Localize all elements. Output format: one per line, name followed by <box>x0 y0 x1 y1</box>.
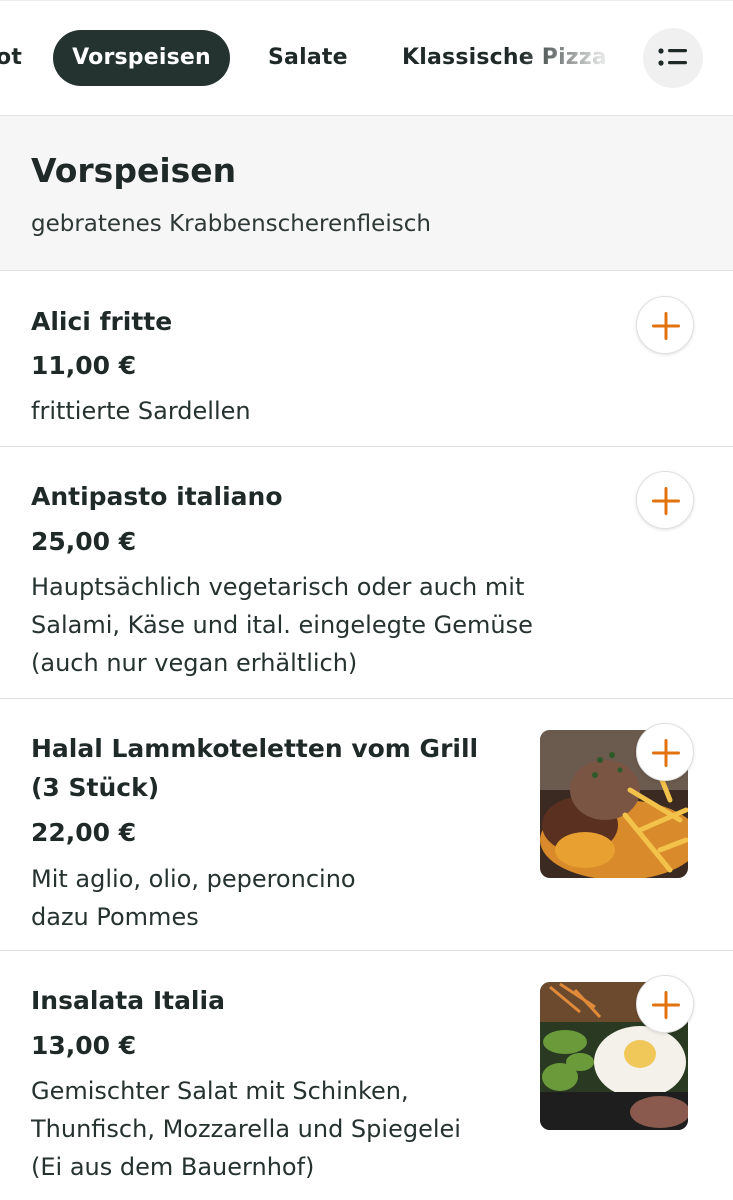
menu-item[interactable]: Halal Lammkoteletten vom Grill (3 Stück)… <box>0 699 733 951</box>
item-description-line: Thunfisch, Mozzarella und Spiegelei <box>31 1115 461 1143</box>
item-description-line: (auch nur vegan erhältlich) <box>31 649 358 677</box>
item-name-line: Halal Lammkoteletten vom Grill <box>31 734 479 763</box>
item-name: Insalata Italia <box>31 986 225 1015</box>
add-item-button[interactable] <box>636 296 694 354</box>
tab-vorspeisen[interactable]: Vorspeisen <box>53 30 230 86</box>
item-description-line: Mit aglio, olio, peperoncino <box>31 865 356 893</box>
plus-icon <box>652 739 680 767</box>
tab-salate[interactable]: Salate <box>268 30 348 86</box>
category-header: Vorspeisen gebratenes Krabbenscherenflei… <box>0 116 733 271</box>
item-name-line: (3 Stück) <box>31 773 160 802</box>
menu-item[interactable]: Alici fritte 11,00 € frittierte Sardelle… <box>0 271 733 447</box>
item-price: 13,00 € <box>31 1031 137 1060</box>
category-description: gebratenes Krabbenscherenfleisch <box>31 211 431 237</box>
tab-partial[interactable]: ot <box>0 30 22 86</box>
item-name: Alici fritte <box>31 307 173 336</box>
item-description-line: Hauptsächlich vegetarisch oder auch mit <box>31 573 525 601</box>
item-description-line: Gemischter Salat mit Schinken, <box>31 1077 409 1105</box>
item-price: 22,00 € <box>31 818 137 847</box>
plus-icon <box>652 991 680 1019</box>
add-item-button[interactable] <box>636 471 694 529</box>
tab-overflow-fade <box>520 21 630 97</box>
item-description-line: Salami, Käse und ital. eingelegte Gemüse <box>31 611 533 639</box>
menu-item[interactable]: Antipasto italiano 25,00 € Hauptsächlich… <box>0 447 733 699</box>
item-description-line: dazu Pommes <box>31 903 199 931</box>
list-icon <box>658 48 687 66</box>
category-title: Vorspeisen <box>31 151 237 190</box>
add-item-button[interactable] <box>636 723 694 781</box>
item-name: Antipasto italiano <box>31 482 283 511</box>
menu-item[interactable]: Insalata Italia 13,00 € Gemischter Salat… <box>0 951 733 1200</box>
category-tab-bar: ot Vorspeisen Salate Klassische Pizza <box>0 0 733 116</box>
plus-icon <box>652 312 680 340</box>
add-item-button[interactable] <box>636 975 694 1033</box>
item-price: 25,00 € <box>31 527 137 556</box>
category-list-button[interactable] <box>643 28 703 88</box>
plus-icon <box>652 487 680 515</box>
item-description: frittierte Sardellen <box>31 397 251 425</box>
item-price: 11,00 € <box>31 351 137 380</box>
item-description-line: (Ei aus dem Bauernhof) <box>31 1153 315 1181</box>
